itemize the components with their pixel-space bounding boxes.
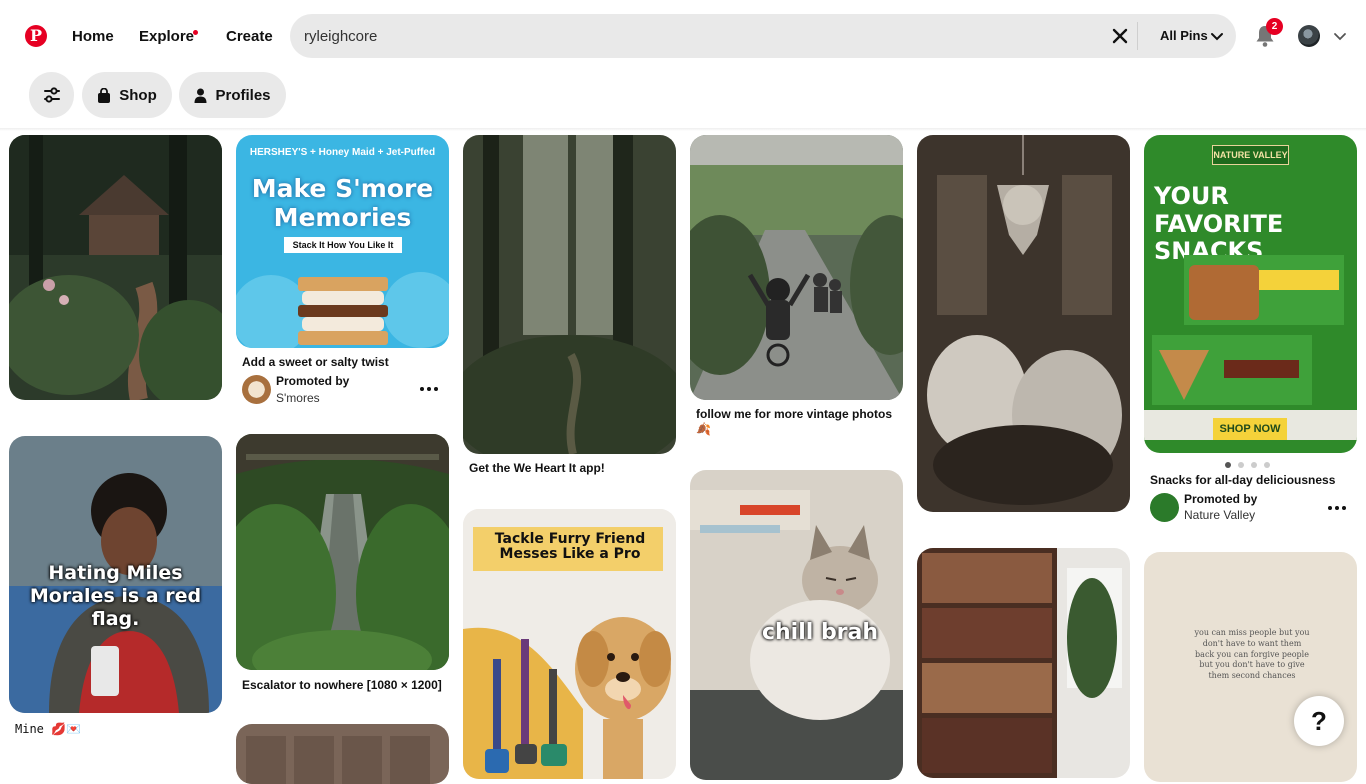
smores-headline: Make S'more Memories [251,174,434,232]
nav-explore[interactable]: Explore [139,28,194,45]
pin-title-escalator[interactable]: Escalator to nowhere [1080 × 1200] [242,678,442,692]
pin-nature-valley-ad[interactable]: NATURE VALLEY YOUR FAVORITE SNACKS SHOP … [1144,135,1357,453]
bookshelf-image [917,548,1130,778]
promoted-brand-nature-valley[interactable]: Nature Valley [1184,508,1255,522]
escalator-image [236,434,449,670]
nav-home[interactable]: Home [72,28,114,45]
more-options-icon[interactable] [1328,505,1346,511]
nature-valley-cta[interactable]: SHOP NOW [1213,418,1287,440]
shopping-bag-icon [98,87,111,103]
nature-valley-brand-avatar[interactable] [1150,493,1179,522]
forest-cabin-image [9,135,222,400]
pin-ballroom[interactable] [917,135,1130,512]
pin-title-forest-path[interactable]: Get the We Heart It app! [469,461,605,475]
explore-new-dot [193,30,198,35]
profiles-filter-button[interactable]: Profiles [179,72,286,118]
carousel-indicator[interactable] [1225,462,1270,468]
pin-chill-cat[interactable]: chill brah [690,470,903,780]
header-divider [0,128,1366,131]
shop-label: Shop [119,86,157,104]
pin-miles-morales[interactable]: Hating Miles Morales is a red flag. [9,436,222,713]
pin-bissell-ad[interactable]: Tackle Furry Friend Messes Like a Pro [463,509,676,779]
search-input[interactable] [304,14,1084,58]
smores-stack-image [236,272,449,348]
nature-valley-logo: NATURE VALLEY [1212,145,1289,165]
pin-forest-path[interactable] [463,135,676,454]
chevron-down-icon[interactable] [1210,29,1224,43]
pin-title-vintage[interactable]: follow me for more vintage photos [696,407,892,421]
pin-smores-ad[interactable]: HERSHEY'S + Honey Maid + Jet-Puffed Make… [236,135,449,348]
profiles-label: Profiles [215,86,271,104]
pin-forest-cabin[interactable] [9,135,222,400]
person-icon [194,88,207,103]
pin-title-nature-valley[interactable]: Snacks for all-day deliciousness [1150,473,1335,487]
search-bar: All Pins [290,14,1236,58]
promoted-by-label-nature-valley: Promoted by [1184,492,1258,506]
miles-overlay-text: Hating Miles Morales is a red flag. [29,562,202,630]
search-divider [1137,22,1138,50]
bissell-headline: Tackle Furry Friend Messes Like a Pro [494,531,646,563]
user-avatar[interactable] [1298,25,1320,47]
smores-brand-avatar[interactable] [242,375,271,404]
pinterest-logo-icon[interactable]: P [25,25,47,47]
nav-create[interactable]: Create [226,28,273,45]
pin-lockers[interactable] [236,724,449,784]
granola-bars-image [1144,255,1357,440]
promoted-by-label-smores: Promoted by [276,374,350,388]
pin-title-vintage-emoji: 🍂 [696,422,711,436]
top-nav-bar: P Home Explore Create All Pins 2 [0,0,1366,72]
lockers-image [236,724,449,784]
notification-count-badge: 2 [1266,18,1283,35]
pin-vintage-bikes[interactable] [690,135,903,400]
sliders-icon [43,87,60,103]
clear-search-icon[interactable] [1110,26,1130,46]
smores-subline: Stack It How You Like It [284,237,402,253]
pin-book-quote[interactable]: you can miss people but you don't have t… [1144,552,1357,782]
pin-escalator[interactable] [236,434,449,670]
ballroom-image [917,135,1130,512]
more-options-icon[interactable] [420,386,438,392]
shop-filter-button[interactable]: Shop [82,72,172,118]
pin-title-smores[interactable]: Add a sweet or salty twist [242,355,389,369]
vintage-bikes-image [690,135,903,400]
forest-path-image [463,135,676,454]
cat-overlay-text: chill brah [761,620,879,645]
search-scope-dropdown[interactable]: All Pins [1160,28,1208,43]
pin-bookshelf[interactable] [917,548,1130,778]
smores-brand-strip: HERSHEY'S + Honey Maid + Jet-Puffed [249,147,436,158]
account-chevron-down-icon[interactable] [1333,29,1347,43]
help-button[interactable]: ? [1294,696,1344,746]
pin-title-miles[interactable]: Mine 💋💌 [15,722,81,736]
filters-button[interactable] [29,72,74,118]
book-quote-text: you can miss people but you don't have t… [1194,628,1310,681]
promoted-brand-smores[interactable]: S'mores [276,391,320,405]
